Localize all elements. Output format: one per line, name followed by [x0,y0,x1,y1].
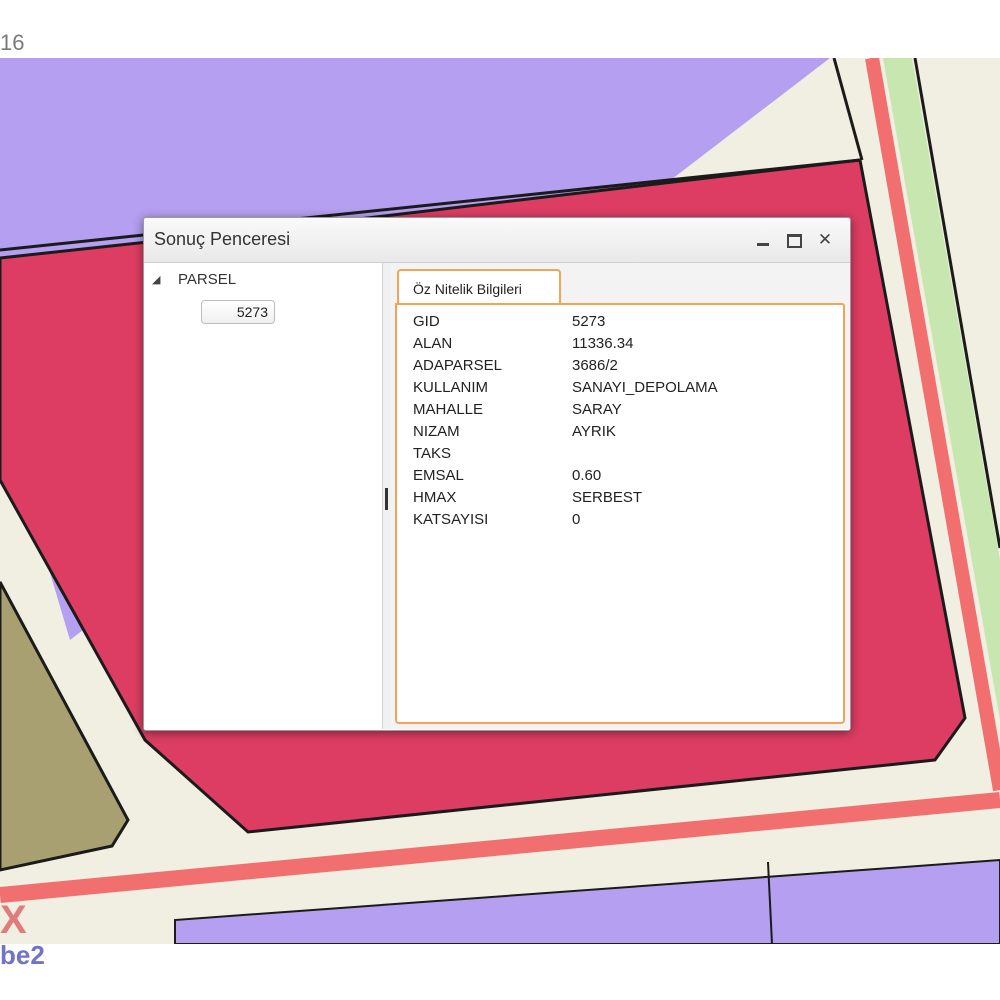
minimize-icon[interactable] [753,230,773,250]
bottom-strip [0,944,1000,1000]
attribute-key: MAHALLE [413,401,484,418]
tab-label: Öz Nitelik Bilgileri [413,281,522,297]
attribute-key: KULLANIM [413,379,489,396]
attribute-value: 5273 [572,313,606,330]
attribute-key: HMAX [413,489,457,506]
attribute-key: EMSAL [413,467,464,484]
tree-root-parsel[interactable]: PARSEL [178,271,236,288]
attribute-value: AYRIK [572,423,616,440]
splitter-grip[interactable] [385,488,388,510]
attribute-value: 3686/2 [572,357,618,374]
window-titlebar[interactable]: Sonuç Penceresi ✕ [144,218,850,263]
top-strip [0,0,1000,58]
attribute-value: SARAY [572,401,622,418]
close-icon[interactable]: ✕ [815,230,835,250]
attribute-key: KATSAYISI [413,511,489,528]
window-title: Sonuç Penceresi [154,229,291,249]
attribute-value: SANAYI_DEPOLAMA [572,379,718,396]
detail-panel: Öz Nitelik Bilgileri GID 5273 ALAN 11336… [391,263,850,729]
logo-text: be2 [0,940,45,970]
attribute-key: NIZAM [413,423,460,440]
attribute-key: GID [413,313,440,330]
attribute-value: 0 [572,511,581,528]
attribute-value: 11336.34 [572,335,634,352]
logo-mark: X [0,898,27,942]
top-label: 16 [0,30,25,55]
triangle-down-icon[interactable]: ◢ [152,273,160,286]
tree-item-5273[interactable]: 5273 [201,300,275,324]
attribute-table: GID 5273 ALAN 11336.34 ADAPARSEL 3686/2 … [395,303,845,724]
attribute-key: ADAPARSEL [413,357,502,374]
maximize-icon[interactable] [784,230,804,250]
tab-oz-nitelik-bilgileri[interactable]: Öz Nitelik Bilgileri [397,269,561,305]
tree-panel: ◢ PARSEL 5273 [144,263,382,729]
attribute-key: TAKS [413,445,452,462]
attribute-key: ALAN [413,335,453,352]
attribute-value: SERBEST [572,489,643,506]
result-window[interactable]: Sonuç Penceresi ✕ ◢ PARSEL 5273 Öz Nitel… [143,217,851,731]
attribute-value: 0.60 [572,467,602,484]
